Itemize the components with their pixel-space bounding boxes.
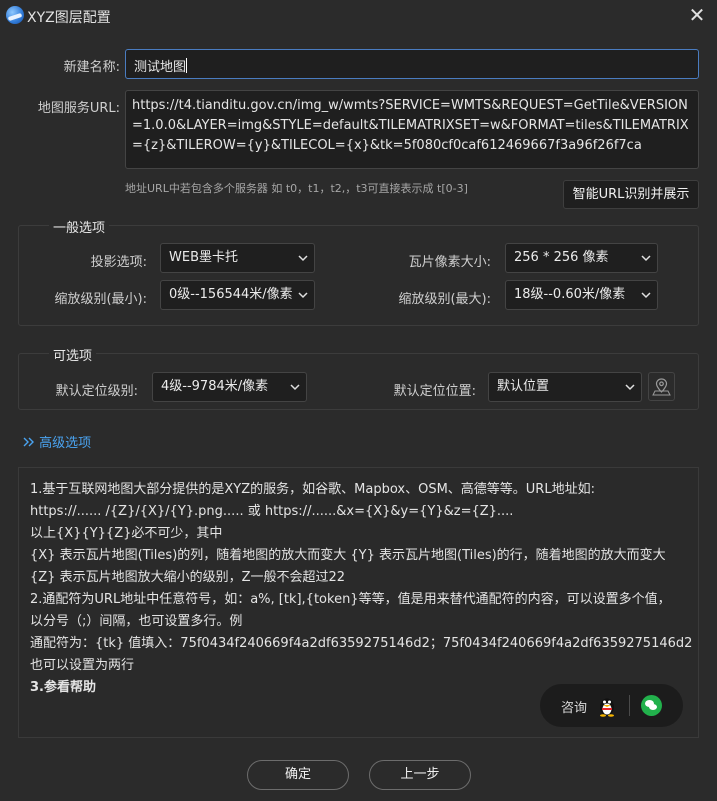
optional-title: 可选项 <box>49 345 97 364</box>
chevron-down-icon <box>298 255 308 262</box>
help-line: 通配符为：{tk} 值填入：75f0434f240669f4a2df635927… <box>30 636 693 651</box>
default-level-value: 4级--9784米/像素 <box>161 379 269 394</box>
zoom-max-select[interactable]: 18级--0.60米/像素 <box>505 280 658 310</box>
smart-url-button[interactable]: 智能URL识别并展示 <box>563 180 699 209</box>
default-pos-select[interactable]: 默认位置 <box>488 372 642 402</box>
chevron-down-icon <box>641 292 651 299</box>
title-bar: XYZ图层配置 ✕ <box>0 0 717 32</box>
consult-divider <box>629 695 630 716</box>
help-line: 也可以设置为两行 <box>30 658 135 673</box>
default-level-select[interactable]: 4级--9784米/像素 <box>152 372 307 402</box>
help-line: 以上{X}{Y}{Z}必不可少，其中 <box>30 526 223 541</box>
help-line: 1.基于互联网地图大部分提供的是XYZ的服务，如谷歌、Mapbox、OSM、高德… <box>30 482 595 497</box>
ok-button[interactable]: 确定 <box>247 760 349 790</box>
name-label: 新建名称: <box>63 60 120 75</box>
prev-button[interactable]: 上一步 <box>369 760 471 790</box>
default-pos-value: 默认位置 <box>497 379 550 394</box>
default-pos-label: 默认定位位置: <box>393 384 476 399</box>
general-options-group <box>18 225 699 326</box>
general-options-title: 一般选项 <box>49 217 110 236</box>
url-textarea[interactable]: https://t4.tianditu.gov.cn/img_w/wmts?SE… <box>125 90 699 169</box>
help-line: 2.通配符为URL地址中任意符号，如：a%, [tk],{token}等等，值是… <box>30 592 671 607</box>
projection-select[interactable]: WEB墨卡托 <box>160 243 315 273</box>
app-logo-icon <box>6 6 24 24</box>
consult-label: 咨询 <box>561 701 588 716</box>
pick-location-button[interactable] <box>648 372 675 401</box>
qq-penguin-icon[interactable] <box>598 695 616 717</box>
zoom-min-select[interactable]: 0级--156544米/像素 <box>160 280 315 310</box>
url-hint: 地址URL中若包含多个服务器 如 t0，t1，t2,，t3可直接表示成 t[0-… <box>125 182 468 195</box>
name-input[interactable]: 测试地图 <box>125 49 699 79</box>
text-caret <box>186 58 188 73</box>
tile-size-value: 256 * 256 像素 <box>514 250 609 265</box>
url-label: 地图服务URL: <box>37 101 120 116</box>
help-line: 以分号（;）间隔，也可设置多行。例 <box>30 614 243 629</box>
help-line: {X} 表示瓦片地图(Tiles)的列，随着地图的放大而变大 {Y} 表示瓦片地… <box>30 548 666 563</box>
window-title: XYZ图层配置 <box>27 10 111 26</box>
advanced-options-toggle[interactable]: 高级选项 <box>23 432 91 451</box>
tile-size-select[interactable]: 256 * 256 像素 <box>505 243 658 273</box>
projection-label: 投影选项: <box>90 255 147 270</box>
double-chevron-right-icon <box>23 437 34 447</box>
name-value: 测试地图 <box>134 60 187 75</box>
zoom-max-value: 18级--0.60米/像素 <box>514 287 626 302</box>
zoom-min-value: 0级--156544米/像素 <box>169 287 293 302</box>
consult-widget[interactable]: 咨询 <box>540 684 683 727</box>
zoom-max-label: 缩放级别(最大): <box>398 292 491 307</box>
chevron-down-icon <box>290 384 300 391</box>
zoom-min-label: 缩放级别(最小): <box>54 292 147 307</box>
tile-size-label: 瓦片像素大小: <box>408 255 491 270</box>
default-level-label: 默认定位级别: <box>55 384 138 399</box>
chevron-down-icon <box>641 255 651 262</box>
chevron-down-icon <box>625 384 635 391</box>
projection-value: WEB墨卡托 <box>169 250 238 265</box>
help-line: https://...... /{Z}/{X}/{Y}.png..... 或 h… <box>30 504 514 519</box>
advanced-options-label: 高级选项 <box>39 436 92 451</box>
map-pin-icon <box>652 378 671 396</box>
help-link[interactable]: 3.参看帮助 <box>30 676 96 695</box>
close-button[interactable]: ✕ <box>683 2 711 28</box>
wechat-icon[interactable] <box>641 695 662 716</box>
help-line: {Z} 表示瓦片地图放大缩小的级别，Z一般不会超过22 <box>30 570 346 585</box>
chevron-down-icon <box>298 292 308 299</box>
